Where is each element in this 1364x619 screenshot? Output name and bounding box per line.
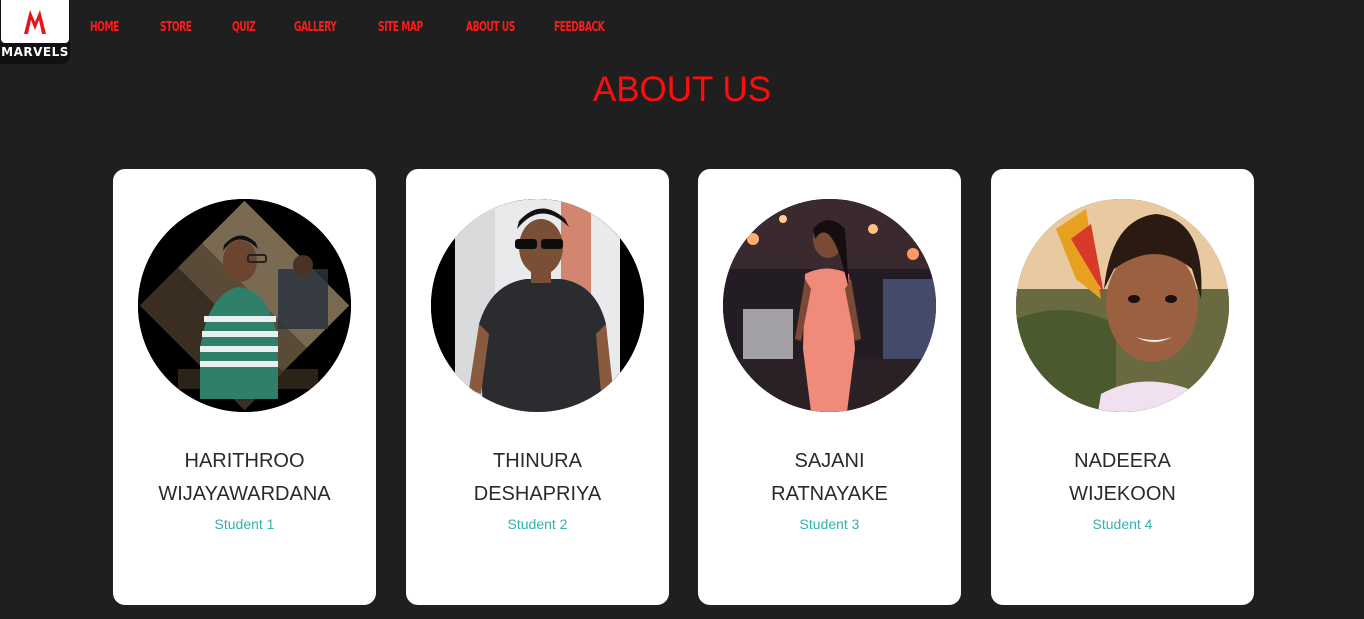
member-name: NADEERA WIJEKOON bbox=[991, 445, 1254, 511]
nav-quiz[interactable]: QUIZ bbox=[232, 20, 256, 35]
member-name: HARITHROO WIJAYAWARDANA bbox=[113, 445, 376, 511]
team-card: SAJANI RATNAYAKE Student 3 bbox=[698, 169, 961, 605]
member-first-name: HARITHROO bbox=[184, 450, 305, 472]
member-name: THINURA DESHAPRIYA bbox=[406, 445, 669, 511]
member-first-name: THINURA bbox=[493, 450, 582, 472]
nav-store[interactable]: STORE bbox=[160, 20, 192, 35]
nav-home[interactable]: HOME bbox=[90, 20, 119, 35]
member-last-name: WIJEKOON bbox=[1069, 483, 1176, 505]
avatar-photo bbox=[723, 199, 936, 412]
member-last-name: RATNAYAKE bbox=[771, 483, 888, 505]
nav-about-us[interactable]: ABOUT US bbox=[466, 20, 515, 35]
nav-site-map[interactable]: SITE MAP bbox=[378, 20, 423, 35]
member-role: Student 2 bbox=[507, 516, 568, 532]
logo-mark bbox=[1, 0, 69, 43]
member-first-name: NADEERA bbox=[1074, 450, 1171, 472]
team-card: HARITHROO WIJAYAWARDANA Student 1 bbox=[113, 169, 376, 605]
team-card: NADEERA WIJEKOON Student 4 bbox=[991, 169, 1254, 605]
member-last-name: DESHAPRIYA bbox=[473, 483, 602, 505]
avatar-photo bbox=[431, 199, 644, 412]
member-name: SAJANI RATNAYAKE bbox=[698, 445, 961, 511]
page-title: ABOUT US bbox=[592, 70, 772, 109]
member-last-name: WIJAYAWARDANA bbox=[158, 483, 331, 505]
member-first-name: SAJANI bbox=[794, 450, 865, 472]
marvels-logo[interactable]: MARVELS bbox=[0, 0, 70, 64]
logo-text: MARVELS bbox=[1, 45, 69, 59]
m-logo-icon bbox=[24, 10, 46, 34]
team-card: THINURA DESHAPRIYA Student 2 bbox=[406, 169, 669, 605]
avatar-photo bbox=[138, 199, 351, 412]
avatar-photo bbox=[1016, 199, 1229, 412]
nav-gallery[interactable]: GALLERY bbox=[294, 20, 337, 35]
nav-feedback[interactable]: FEEDBACK bbox=[554, 20, 605, 35]
member-role: Student 3 bbox=[799, 516, 860, 532]
member-role: Student 4 bbox=[1092, 516, 1153, 532]
member-role: Student 1 bbox=[214, 516, 275, 532]
